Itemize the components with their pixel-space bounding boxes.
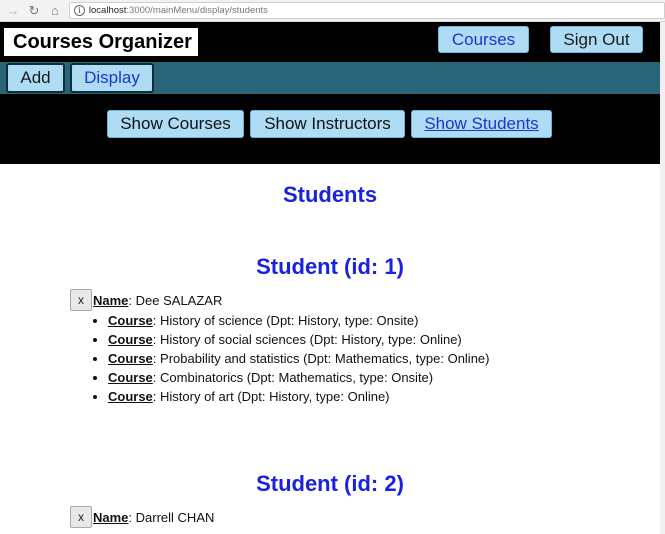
name-label: Name: [93, 509, 129, 525]
student-name-row: x Name: Dee SALAZAR: [70, 289, 222, 311]
show-courses-button[interactable]: Show Courses: [107, 110, 244, 138]
course-text: : Probability and statistics (Dpt: Mathe…: [152, 351, 490, 366]
course-label: Course: [108, 313, 153, 328]
page-title: Students: [282, 182, 378, 207]
course-text: : Combinatorics (Dpt: Mathematics, type:…: [152, 370, 434, 385]
student-heading: Student (id: 2): [256, 471, 404, 496]
list-item: Course: History of social sciences (Dpt:…: [108, 330, 489, 349]
course-label: Course: [108, 370, 153, 385]
student-name-row: x Name: Darrell CHAN: [70, 506, 214, 528]
display-button[interactable]: Display: [70, 63, 154, 93]
url-host: localhost: [88, 5, 127, 16]
student-name: : Darrell CHAN: [128, 509, 215, 525]
forward-arrow-icon[interactable]: →: [5, 3, 21, 19]
delete-student-button[interactable]: x: [70, 289, 92, 311]
scrollbar[interactable]: [660, 22, 665, 534]
list-item: Course: History of art (Dpt: History, ty…: [108, 387, 489, 406]
list-item: Course: Probability and statistics (Dpt:…: [108, 349, 489, 368]
display-submenu: Show Courses Show Instructors Show Stude…: [0, 94, 660, 164]
course-list: Course: History of science (Dpt: History…: [90, 311, 489, 406]
name-label: Name: [93, 292, 129, 308]
list-item: Course: Combinatorics (Dpt: Mathematics,…: [108, 368, 489, 387]
browser-toolbar: → ↻ ⌂ i localhost:3000/mainMenu/display/…: [0, 0, 665, 22]
add-button[interactable]: Add: [6, 63, 65, 93]
course-label: Course: [108, 332, 153, 347]
course-text: : History of social sciences (Dpt: Histo…: [152, 332, 462, 347]
info-icon[interactable]: i: [73, 5, 85, 16]
show-students-button[interactable]: Show Students: [411, 110, 552, 138]
course-label: Course: [108, 389, 153, 404]
courses-button[interactable]: Courses: [438, 26, 529, 53]
delete-student-button[interactable]: x: [70, 506, 92, 528]
sign-out-button[interactable]: Sign Out: [550, 26, 643, 53]
url-path: :3000/mainMenu/display/students: [126, 5, 268, 16]
course-label: Course: [108, 351, 153, 366]
app-header: Courses Organizer Courses Sign Out: [0, 22, 660, 62]
student-heading: Student (id: 1): [256, 254, 404, 279]
reload-icon[interactable]: ↻: [26, 3, 42, 19]
list-item: Course: History of science (Dpt: History…: [108, 311, 489, 330]
app-title: Courses Organizer: [4, 28, 198, 56]
main-menu: Add Display: [0, 62, 660, 94]
show-instructors-button[interactable]: Show Instructors: [250, 110, 405, 138]
student-name: : Dee SALAZAR: [128, 292, 223, 308]
address-bar[interactable]: i localhost:3000/mainMenu/display/studen…: [68, 2, 665, 19]
course-text: : History of art (Dpt: History, type: On…: [152, 389, 390, 404]
course-text: : History of science (Dpt: History, type…: [152, 313, 419, 328]
home-icon[interactable]: ⌂: [47, 3, 63, 19]
